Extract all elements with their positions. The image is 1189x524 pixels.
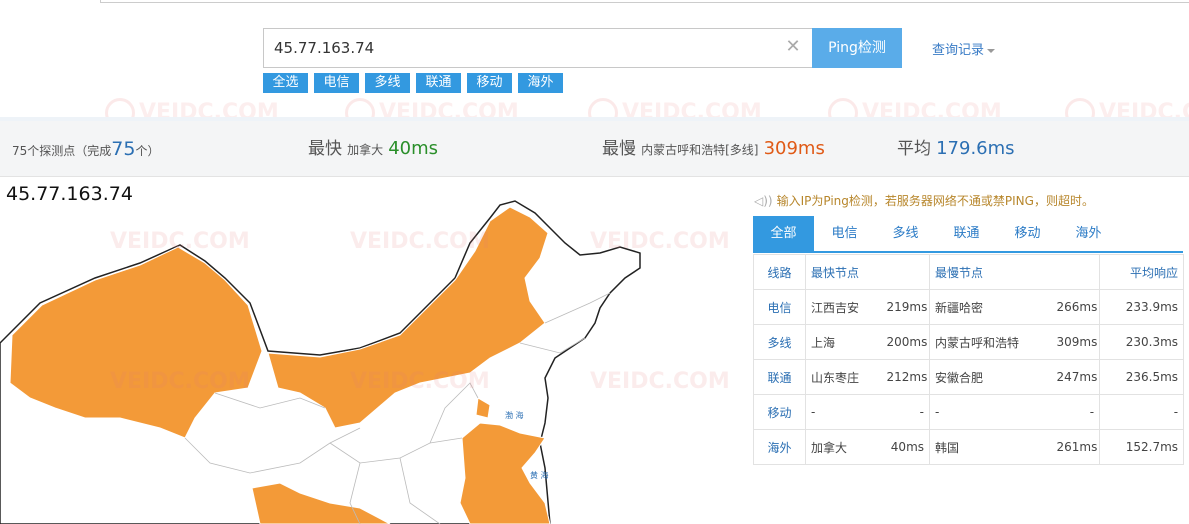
row-line: 电信 (753, 289, 806, 325)
row-fast-ms: 40ms (881, 429, 931, 465)
top-strip (0, 0, 1189, 4)
row-slow-node: 新疆哈密 (929, 289, 1052, 325)
row-line: 移动 (753, 394, 806, 430)
map-ip-label: 45.77.163.74 (6, 183, 133, 205)
row-fast-ms: 219ms (881, 289, 931, 325)
filter-overseas[interactable]: 海外 (518, 73, 563, 93)
table-row: 多线 上海 200ms 内蒙古呼和浩特 309ms 230.3ms (753, 324, 1185, 360)
table-row: 电信 江西吉安 219ms 新疆哈密 266ms 233.9ms (753, 289, 1185, 325)
watermark: VEIDC.COM (110, 369, 250, 394)
header-line: 线路 (753, 254, 806, 290)
row-avg: - (1099, 394, 1185, 430)
table-header: 线路 最快节点 最慢节点 平均响应 (753, 254, 1185, 290)
row-slow-node: - (929, 394, 1052, 430)
tab-all[interactable]: 全部 (753, 216, 814, 251)
row-fast-node: 江西吉安 (805, 289, 882, 325)
table-row: 联通 山东枣庄 212ms 安徽合肥 247ms 236.5ms (753, 359, 1185, 395)
sea-label-yellow-sea: 黄 海 (530, 470, 549, 480)
row-line: 联通 (753, 359, 806, 395)
row-fast-ms: 212ms (881, 359, 931, 395)
chevron-down-icon (987, 48, 996, 53)
average-stat: 平均 179.6ms (897, 138, 1015, 159)
row-avg: 236.5ms (1099, 359, 1185, 395)
tab-mobile[interactable]: 移动 (997, 216, 1058, 251)
history-dropdown[interactable]: 查询记录 (932, 39, 996, 58)
line-tabs: 全部 电信 多线 联通 移动 海外 (753, 216, 1183, 253)
row-fast-node: 上海 (805, 324, 882, 360)
notice: ◁)) 输入IP为Ping检测，若服务器网络不通或禁PING，则超时。 (754, 194, 1094, 208)
ip-input[interactable] (264, 29, 779, 67)
filter-multiline[interactable]: 多线 (365, 73, 410, 93)
row-fast-node: 加拿大 (805, 429, 882, 465)
history-label: 查询记录 (932, 43, 985, 58)
tab-overseas[interactable]: 海外 (1058, 216, 1119, 251)
row-slow-ms: 247ms (1051, 359, 1101, 395)
watermark: VEIDC.COM (110, 229, 250, 254)
table-row: 移动 - - - - - (753, 394, 1185, 430)
row-avg: 233.9ms (1099, 289, 1185, 325)
top-border (100, 0, 1189, 3)
probe-count: 75个探测点（完成75个） (12, 138, 160, 160)
row-line: 海外 (753, 429, 806, 465)
row-fast-node: - (805, 394, 882, 430)
filter-all[interactable]: 全选 (263, 73, 308, 93)
watermark: VEIDC.COM (590, 369, 730, 394)
watermark: VEIDC.COM (350, 369, 490, 394)
watermark: VEIDC.COM (590, 229, 730, 254)
row-line: 多线 (753, 324, 806, 360)
row-slow-node: 安徽合肥 (929, 359, 1052, 395)
china-map: 渤 海 黄 海 VEIDC.COM VEIDC.COM VEIDC.COM VE… (0, 200, 730, 524)
tab-unicom[interactable]: 联通 (936, 216, 997, 251)
row-slow-node: 内蒙古呼和浩特 (929, 324, 1052, 360)
row-avg: 230.3ms (1099, 324, 1185, 360)
row-avg: 152.7ms (1099, 429, 1185, 465)
row-slow-ms: - (1051, 394, 1101, 430)
watermark: VEIDC.COM (350, 229, 490, 254)
filter-mobile[interactable]: 移动 (467, 73, 512, 93)
speaker-icon: ◁)) (754, 194, 773, 208)
filter-telecom[interactable]: 电信 (314, 73, 359, 93)
results-table: 线路 最快节点 最慢节点 平均响应 电信 江西吉安 219ms 新疆哈密 266… (753, 254, 1185, 465)
row-fast-ms: 200ms (881, 324, 931, 360)
search-box[interactable]: ✕ (263, 28, 813, 68)
tab-multiline[interactable]: 多线 (875, 216, 936, 251)
fastest-stat: 最快 加拿大 40ms (308, 138, 439, 159)
header-slowest: 最慢节点 (929, 254, 1101, 290)
filter-unicom[interactable]: 联通 (416, 73, 461, 93)
sea-label-bohai: 渤 海 (505, 410, 524, 420)
header-avg: 平均响应 (1099, 254, 1185, 290)
row-slow-node: 韩国 (929, 429, 1052, 465)
header-fastest: 最快节点 (804, 254, 931, 290)
row-slow-ms: 309ms (1051, 324, 1101, 360)
slowest-stat: 最慢 内蒙古呼和浩特[多线] 309ms (602, 138, 825, 159)
table-row: 海外 加拿大 40ms 韩国 261ms 152.7ms (753, 429, 1185, 465)
ping-button[interactable]: Ping检测 (812, 28, 902, 68)
row-slow-ms: 266ms (1051, 289, 1101, 325)
close-icon[interactable]: ✕ (784, 38, 802, 56)
row-fast-ms: - (881, 394, 931, 430)
row-fast-node: 山东枣庄 (805, 359, 882, 395)
row-slow-ms: 261ms (1051, 429, 1101, 465)
tab-telecom[interactable]: 电信 (814, 216, 875, 251)
stats-bar: 75个探测点（完成75个） 最快 加拿大 40ms 最慢 内蒙古呼和浩特[多线]… (0, 117, 1189, 177)
